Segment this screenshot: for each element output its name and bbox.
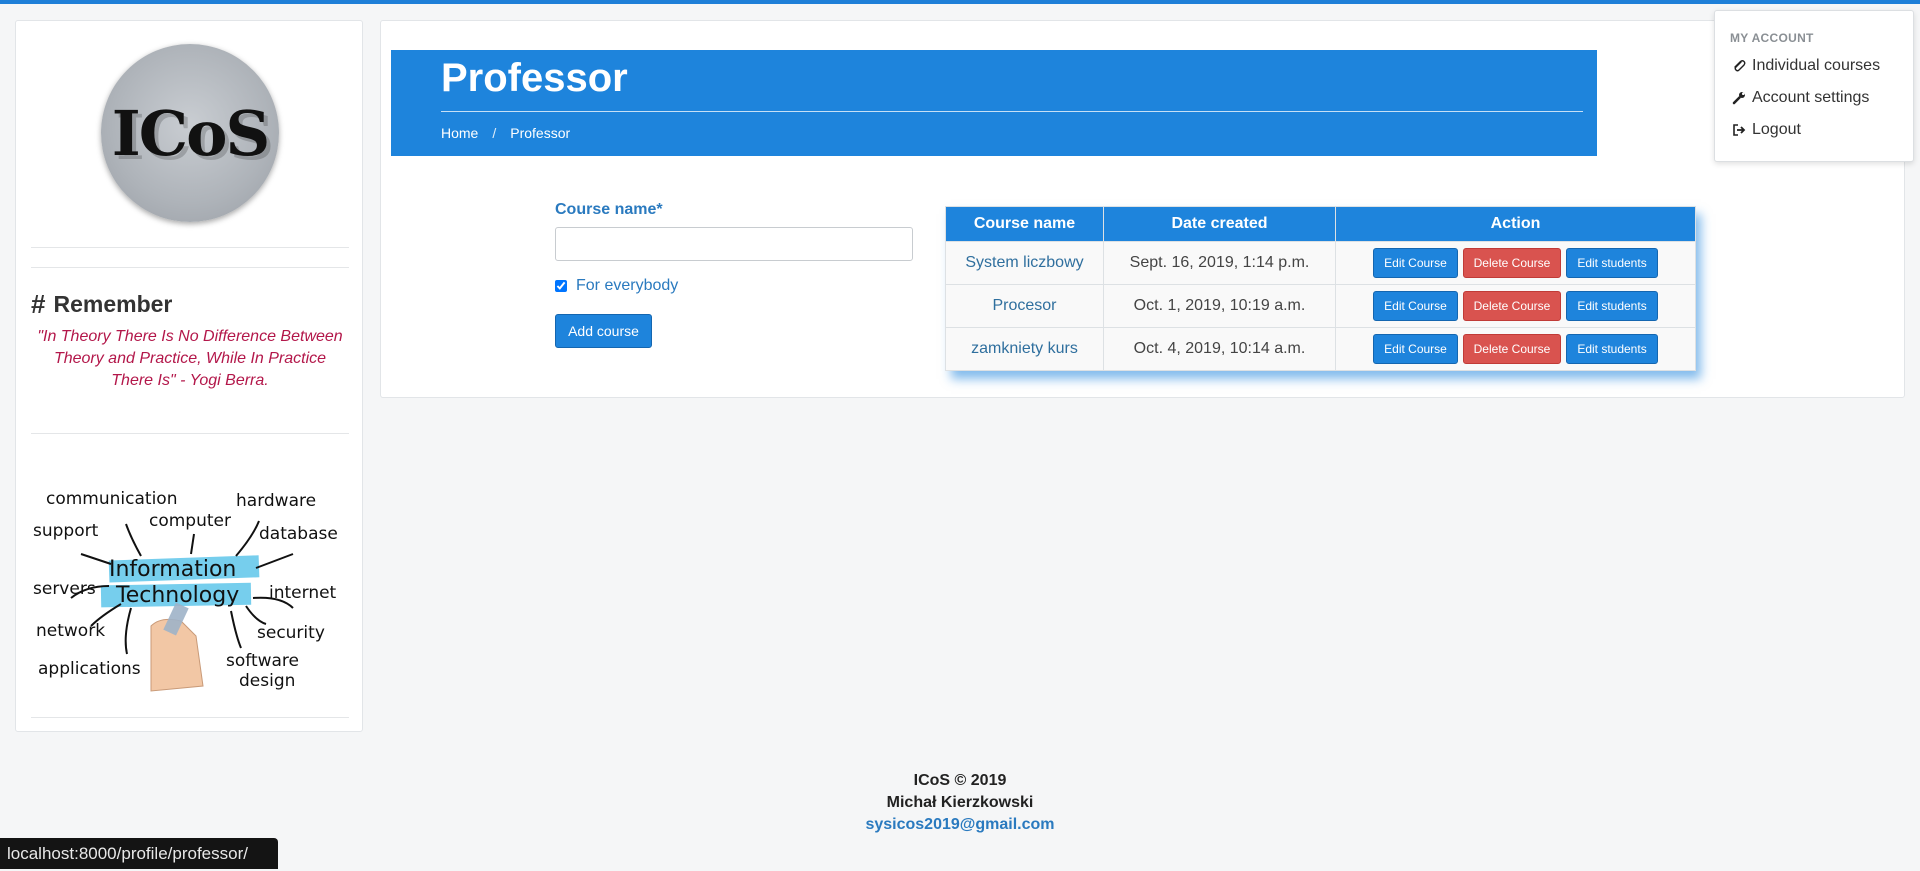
add-course-button[interactable]: Add course <box>555 314 652 348</box>
page-title: Professor <box>441 56 628 100</box>
course-name-input[interactable] <box>555 227 913 261</box>
it-word: security <box>257 623 325 643</box>
browser-status-url: localhost:8000/profile/professor/ <box>0 838 278 869</box>
remember-title: Remember <box>53 291 173 317</box>
course-name-label: Course name* <box>555 201 663 219</box>
it-word: applications <box>38 659 141 679</box>
footer-author: Michał Kierzkowski <box>886 794 1034 811</box>
it-word: communication <box>46 489 177 509</box>
page-header: Professor Home / Professor <box>391 50 1597 156</box>
header-divider <box>441 111 1583 112</box>
breadcrumb-home-link[interactable]: Home <box>441 125 478 141</box>
required-mark: * <box>656 201 663 218</box>
sidebar-divider <box>31 267 349 268</box>
it-word: database <box>259 524 338 544</box>
site-logo[interactable]: ICoS <box>101 44 279 222</box>
menu-item-logout[interactable]: Logout <box>1730 121 1801 139</box>
hash-icon: # <box>31 289 46 319</box>
breadcrumb-separator: / <box>492 125 497 141</box>
remember-heading: # Remember <box>31 289 172 320</box>
sidebar-divider <box>31 247 349 248</box>
top-accent-line <box>0 0 1920 4</box>
menu-item-label: Individual courses <box>1752 57 1881 74</box>
column-header-action: Action <box>1335 206 1696 242</box>
sidebar: ICoS # Remember "In Theory There Is No D… <box>15 20 363 732</box>
table-row: zamkniety kurs Oct. 4, 2019, 10:14 a.m. … <box>945 327 1696 371</box>
it-word: servers <box>33 579 96 599</box>
sidebar-divider <box>31 717 349 718</box>
table-header-row: Course name Date created Action <box>945 206 1696 242</box>
action-cell: Edit Course Delete Course Edit students <box>1335 284 1696 328</box>
account-dropdown-menu: MY ACCOUNT Individual courses Account se… <box>1714 10 1914 162</box>
wrench-icon <box>1730 91 1748 105</box>
menu-item-individual-courses[interactable]: Individual courses <box>1730 57 1880 75</box>
sidebar-divider <box>31 433 349 434</box>
column-header-date-created: Date created <box>1103 206 1336 242</box>
footer-copyright: ICoS © 2019 <box>913 772 1007 789</box>
menu-item-label: Account settings <box>1752 89 1870 106</box>
it-word: design <box>239 671 295 691</box>
table-row: Procesor Oct. 1, 2019, 10:19 a.m. Edit C… <box>945 284 1696 328</box>
it-word: Information <box>109 557 236 582</box>
remember-quote: "In Theory There Is No Difference Betwee… <box>37 328 343 389</box>
it-word: software <box>226 651 299 671</box>
footer-email-link[interactable]: sysicos2019@gmail.com <box>0 814 1920 836</box>
logo-circle: ICoS <box>101 44 279 222</box>
paperclip-icon <box>1730 59 1748 73</box>
menu-item-label: Logout <box>1752 121 1801 138</box>
breadcrumb-current: Professor <box>510 125 571 141</box>
course-name-label-text: Course name <box>555 201 657 218</box>
menu-item-account-settings[interactable]: Account settings <box>1730 89 1869 107</box>
it-word: hardware <box>236 491 316 511</box>
page-footer: ICoS © 2019 Michał Kierzkowski sysicos20… <box>0 770 1920 836</box>
column-header-course-name: Course name <box>945 206 1104 242</box>
logo-text: ICoS <box>111 96 270 170</box>
course-name-cell[interactable]: zamkniety kurs <box>945 327 1104 371</box>
course-name-cell[interactable]: System liczbowy <box>945 241 1104 285</box>
information-technology-image: communication hardware support computer … <box>31 476 349 696</box>
edit-course-button[interactable]: Edit Course <box>1373 291 1458 321</box>
delete-course-button[interactable]: Delete Course <box>1463 291 1561 321</box>
logout-icon <box>1730 123 1748 137</box>
edit-students-button[interactable]: Edit students <box>1566 334 1658 364</box>
delete-course-button[interactable]: Delete Course <box>1463 334 1561 364</box>
table-row: System liczbowy Sept. 16, 2019, 1:14 p.m… <box>945 241 1696 285</box>
delete-course-button[interactable]: Delete Course <box>1463 248 1561 278</box>
for-everybody-checkbox[interactable] <box>555 280 567 292</box>
for-everybody-row[interactable]: For everybody <box>555 277 678 295</box>
breadcrumb: Home / Professor <box>441 125 570 141</box>
it-word: network <box>36 621 105 641</box>
date-created-cell: Oct. 1, 2019, 10:19 a.m. <box>1103 284 1336 328</box>
courses-table-wrapper: Course name Date created Action System l… <box>945 206 1696 371</box>
action-cell: Edit Course Delete Course Edit students <box>1335 241 1696 285</box>
course-name-cell[interactable]: Procesor <box>945 284 1104 328</box>
it-word: computer <box>149 511 231 531</box>
it-word: support <box>33 521 99 541</box>
date-created-cell: Sept. 16, 2019, 1:14 p.m. <box>1103 241 1336 285</box>
it-word: internet <box>269 583 337 603</box>
edit-students-button[interactable]: Edit students <box>1566 291 1658 321</box>
date-created-cell: Oct. 4, 2019, 10:14 a.m. <box>1103 327 1336 371</box>
edit-students-button[interactable]: Edit students <box>1566 248 1658 278</box>
courses-table: Course name Date created Action System l… <box>945 206 1696 371</box>
action-cell: Edit Course Delete Course Edit students <box>1335 327 1696 371</box>
edit-course-button[interactable]: Edit Course <box>1373 248 1458 278</box>
for-everybody-label: For everybody <box>576 277 679 294</box>
edit-course-button[interactable]: Edit Course <box>1373 334 1458 364</box>
it-word: Technology <box>115 583 239 608</box>
account-menu-header: MY ACCOUNT <box>1730 31 1814 45</box>
